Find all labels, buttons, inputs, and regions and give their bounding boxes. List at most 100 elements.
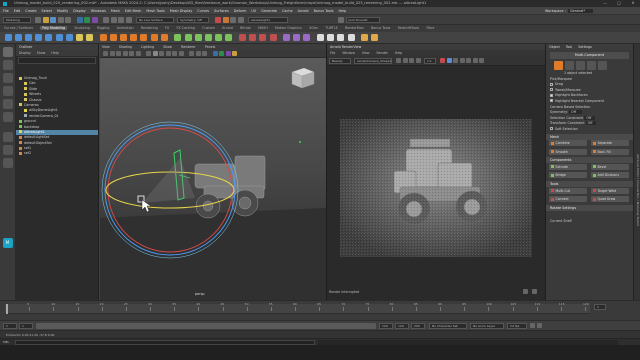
shelf-tab[interactable]: Sculpting [74, 26, 89, 30]
menu-file[interactable]: File [3, 9, 9, 13]
start-frame-field[interactable]: 1 [3, 322, 17, 329]
aov-dropdown[interactable]: Beauty [329, 57, 351, 64]
extrude-button[interactable]: Extrude [549, 163, 587, 170]
soft-selection-expand-icon[interactable] [550, 127, 553, 131]
menu-edit[interactable]: Edit [14, 9, 21, 13]
mirror-icon[interactable] [150, 34, 158, 41]
arnold-light-icon[interactable] [371, 34, 379, 41]
ambient-occlusion-icon[interactable] [178, 51, 184, 56]
quad-draw-icon[interactable] [259, 34, 267, 41]
color-mgmt-icon[interactable] [212, 51, 218, 56]
svg-type-icon[interactable] [75, 34, 83, 41]
menu-arnold[interactable]: Arnold [298, 9, 309, 13]
menu-set-dropdown[interactable]: Modeling [3, 16, 31, 23]
extract-icon[interactable] [120, 34, 128, 41]
shelf-tab[interactable]: Animation [117, 26, 134, 30]
bevel-button[interactable]: Bevel [591, 163, 629, 170]
tab-settings[interactable]: Settings [578, 45, 592, 49]
renderview-close-icon[interactable] [532, 289, 537, 294]
display-settings-icon[interactable] [479, 58, 484, 63]
move-tool-icon[interactable] [2, 86, 13, 96]
shelf-tab[interactable]: RenderMan [345, 26, 364, 30]
snapshot-icon[interactable] [459, 58, 465, 63]
text-icon[interactable] [86, 34, 94, 41]
boolean-icon[interactable] [130, 34, 138, 41]
channel-g-icon[interactable] [402, 58, 408, 63]
viewport-menu-renderer[interactable]: Renderer [181, 45, 196, 49]
shelf-tab[interactable]: XGen [309, 26, 318, 30]
crop-region-icon[interactable] [453, 58, 458, 63]
hypershade-icon[interactable] [237, 16, 244, 23]
range-end-field[interactable]: 120 [379, 322, 393, 329]
poly-plane-icon[interactable] [55, 34, 63, 41]
mel-label[interactable]: MEL [3, 340, 15, 344]
scale-tool-icon[interactable] [2, 112, 13, 122]
close-window-button[interactable]: ✕ [626, 0, 640, 7]
channel-a-icon[interactable] [415, 58, 421, 63]
side-tab-strip[interactable]: Attribute Editor / Channel Box / Modelin… [633, 44, 640, 300]
textures-icon[interactable] [159, 51, 164, 56]
menu-deform[interactable]: Deform [234, 9, 247, 13]
isolate-select-icon[interactable] [189, 51, 194, 56]
target-weld-button[interactable]: Target Weld [591, 187, 629, 194]
select-tool-icon[interactable] [2, 47, 13, 57]
menu-curves[interactable]: Curves [197, 9, 209, 13]
uv-mode-icon[interactable] [598, 61, 607, 70]
reduce-icon[interactable] [160, 34, 168, 41]
symmetry-dropdown[interactable]: Symmetry: Off [177, 16, 209, 23]
quad-draw-button[interactable]: Quad Draw [591, 196, 629, 203]
viewport-3d-scene[interactable]: persp [100, 58, 326, 300]
bool-fill-button[interactable]: Bool. Fill [591, 148, 629, 155]
view-transform-icon[interactable] [232, 51, 237, 56]
menu-edit-mesh[interactable]: Edit Mesh [125, 9, 142, 13]
range-start-field[interactable]: 1 [19, 322, 33, 329]
bridge-button[interactable]: Bridge [549, 172, 587, 179]
vertex-mode-icon[interactable] [565, 61, 574, 70]
viewport-menu-lighting[interactable]: Lighting [141, 45, 154, 49]
paint-select-icon[interactable] [2, 73, 13, 83]
render-image[interactable] [340, 119, 532, 257]
select-hierarchy-icon[interactable] [76, 16, 83, 23]
menu-mesh-display[interactable]: Mesh Display [170, 9, 193, 13]
open-scene-icon[interactable] [42, 16, 49, 23]
persp-outliner-icon[interactable] [2, 158, 13, 168]
arv-menu-help[interactable]: Help [395, 51, 402, 55]
rotate-settings-header[interactable]: Rotate Settings [546, 204, 633, 211]
refresh-render-icon[interactable] [446, 58, 452, 63]
time-slider-track[interactable]: 5 10 15 20 25 30 35 40 45 50 55 60 65 70 75 80 85 90 95 100… [5, 302, 590, 314]
current-time-indicator[interactable] [6, 304, 8, 314]
outliner-menu-show[interactable]: Show [37, 51, 46, 55]
maximize-button[interactable]: □ [612, 0, 626, 7]
tab-tool[interactable]: Tool [566, 45, 572, 49]
menu-mesh[interactable]: Mesh [111, 9, 120, 13]
smooth-icon[interactable] [140, 34, 148, 41]
menu-bonus-tools[interactable]: Bonus Tools [314, 9, 334, 13]
resolution-gate-icon[interactable] [135, 51, 141, 56]
separate-icon[interactable] [109, 34, 117, 41]
wireframe-icon[interactable] [146, 51, 151, 56]
fps-dropdown[interactable]: 24 fps [507, 322, 527, 329]
checkbox-icon[interactable] [550, 82, 553, 86]
render-settings-icon[interactable] [230, 16, 236, 23]
viewport-menu-view[interactable]: View [102, 45, 110, 49]
image-plane-icon[interactable] [116, 51, 121, 56]
anim-prefs-icon[interactable] [536, 323, 542, 328]
snap-grid-icon[interactable] [103, 16, 109, 23]
face-mode-icon[interactable] [587, 61, 596, 70]
connect-button[interactable]: Connect [549, 196, 587, 203]
camera-attributes-icon[interactable] [103, 51, 108, 56]
shelf-tab[interactable]: Custom [202, 26, 215, 30]
auto-key-icon[interactable] [530, 323, 535, 328]
tab-object[interactable]: Object [549, 45, 560, 49]
bridge-icon[interactable] [184, 34, 192, 41]
mel-input[interactable] [15, 339, 315, 345]
symmetry-dropdown[interactable]: Off [569, 110, 582, 115]
arv-menu-view[interactable]: View [362, 51, 370, 55]
checkbox-icon[interactable] [550, 99, 553, 103]
zoom-field[interactable]: 1:1 [424, 57, 436, 64]
anim-layer-dropdown[interactable]: No Anim Layer [470, 322, 504, 329]
selection-constraint-dropdown[interactable]: Off [584, 115, 596, 120]
snap-point-icon[interactable] [118, 16, 124, 23]
shelf-tab[interactable]: Bifrost [240, 26, 251, 30]
isolate-icon[interactable] [466, 58, 471, 63]
